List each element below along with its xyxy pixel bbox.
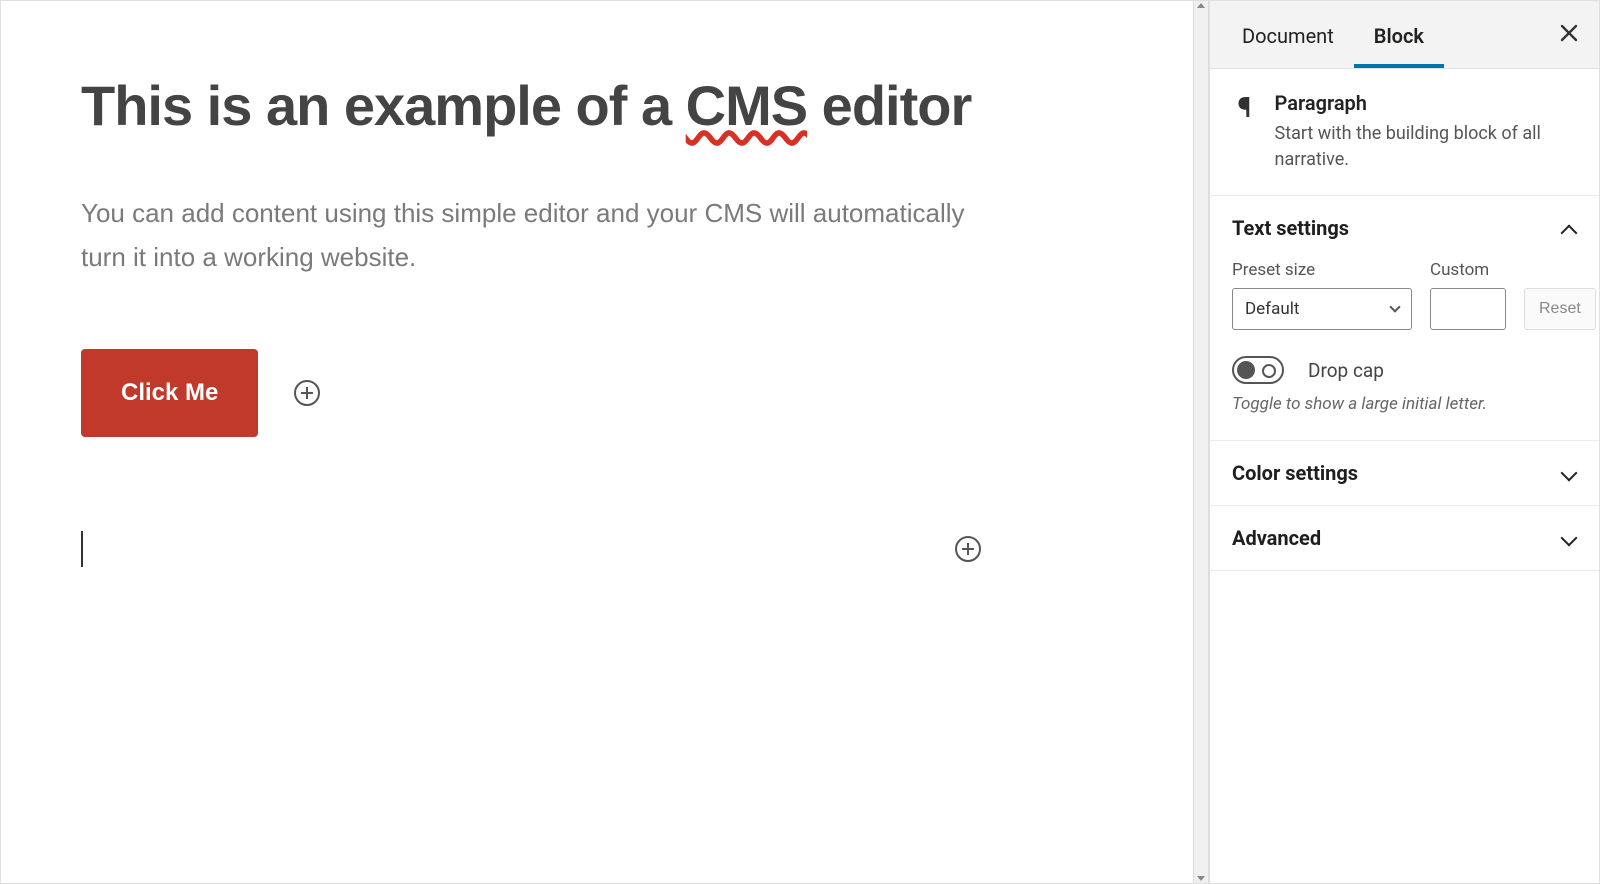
add-block-inline-icon[interactable] [294, 380, 320, 406]
panel-color-settings: Color settings [1210, 441, 1599, 506]
panel-advanced: Advanced [1210, 506, 1599, 571]
close-icon [1559, 23, 1579, 43]
panel-title: Text settings [1232, 216, 1349, 240]
dropcap-toggle[interactable] [1232, 356, 1284, 384]
app-root: This is an example of a CMS editor You c… [0, 0, 1600, 884]
text-caret [81, 531, 83, 567]
dropcap-help-text: Toggle to show a large initial letter. [1232, 394, 1577, 414]
close-sidebar-button[interactable] [1551, 12, 1587, 58]
paragraph-icon: ¶ [1232, 93, 1257, 121]
post-title[interactable]: This is an example of a CMS editor [81, 71, 1001, 141]
dropcap-row: Drop cap [1232, 356, 1577, 384]
title-spellcheck-word[interactable]: CMS [686, 74, 807, 137]
sidebar-tabs: Document Block [1210, 1, 1599, 69]
block-type-header: ¶ Paragraph Start with the building bloc… [1210, 69, 1599, 196]
block-type-text: Paragraph Start with the building block … [1275, 91, 1577, 173]
button-block-row: Click Me [81, 349, 1001, 437]
vertical-scrollbar[interactable] [1193, 1, 1209, 883]
panel-title: Color settings [1232, 461, 1358, 485]
font-size-row: Preset size Default Custom Reset [1232, 260, 1577, 330]
add-block-trailing-icon[interactable] [955, 536, 981, 562]
block-type-name: Paragraph [1275, 91, 1577, 115]
block-type-desc: Start with the building block of all nar… [1275, 121, 1577, 173]
empty-paragraph-block[interactable] [81, 527, 981, 571]
editor-canvas[interactable]: This is an example of a CMS editor You c… [1, 1, 1193, 883]
preset-size-select[interactable]: Default [1232, 288, 1412, 330]
dropcap-label: Drop cap [1308, 359, 1384, 382]
scroll-down-icon[interactable] [1197, 876, 1205, 881]
cta-button[interactable]: Click Me [81, 349, 258, 437]
chevron-down-icon [1389, 302, 1400, 313]
custom-size-input[interactable] [1430, 288, 1506, 330]
settings-sidebar: Document Block ¶ Paragraph Start with th… [1209, 1, 1599, 883]
reset-size-button[interactable]: Reset [1524, 288, 1596, 330]
tab-block[interactable]: Block [1354, 2, 1444, 68]
title-text-pre: This is an example of a [81, 74, 686, 137]
panel-title: Advanced [1232, 526, 1321, 550]
title-text-post: editor [807, 74, 971, 137]
custom-size-field: Custom [1430, 260, 1506, 330]
chevron-up-icon [1561, 220, 1577, 236]
panel-head-text-settings[interactable]: Text settings [1210, 196, 1599, 260]
tab-document[interactable]: Document [1222, 2, 1354, 68]
panel-head-advanced[interactable]: Advanced [1210, 506, 1599, 570]
panel-text-settings: Text settings Preset size Default Custom [1210, 196, 1599, 441]
paragraph-block[interactable]: You can add content using this simple ed… [81, 191, 1001, 279]
preset-size-field: Preset size Default [1232, 260, 1412, 330]
preset-size-value: Default [1245, 299, 1299, 319]
chevron-down-icon [1561, 530, 1577, 546]
custom-size-label: Custom [1430, 260, 1506, 280]
canvas-inner: This is an example of a CMS editor You c… [81, 71, 1001, 571]
scroll-up-icon[interactable] [1197, 3, 1205, 8]
chevron-down-icon [1561, 465, 1577, 481]
panel-body-text-settings: Preset size Default Custom Reset Drop [1210, 260, 1599, 440]
preset-size-label: Preset size [1232, 260, 1412, 280]
panel-head-color-settings[interactable]: Color settings [1210, 441, 1599, 505]
